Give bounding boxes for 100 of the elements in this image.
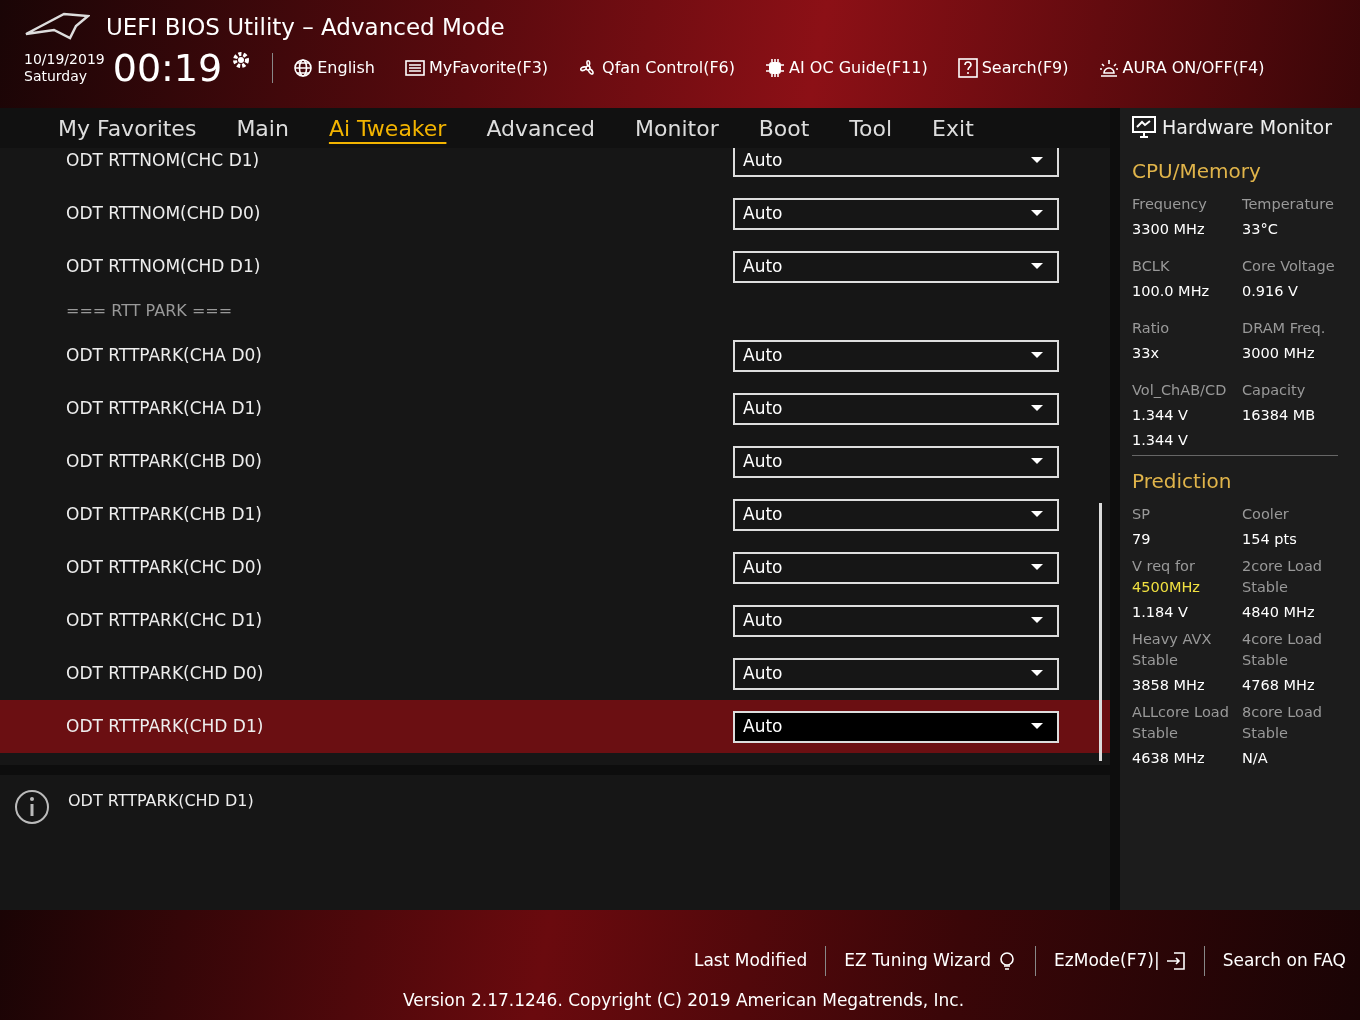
caret-icon xyxy=(1031,458,1043,465)
toolbar-button[interactable]: MyFavorite(F3) xyxy=(405,55,549,80)
setting-label: ODT RTTPARK(CHD D1) xyxy=(66,714,265,738)
stat-value: 3300 MHz xyxy=(1132,220,1206,239)
toolbar-button[interactable]: AI OC Guide(F11) xyxy=(765,55,928,80)
stat-value: 16384 MB xyxy=(1242,406,1317,425)
globe-icon xyxy=(293,57,314,78)
stat-label: 4500MHz xyxy=(1132,578,1201,597)
stat-label: Core Voltage xyxy=(1242,257,1336,276)
help-icon xyxy=(957,57,978,78)
setting-row[interactable]: ODT RTTNOM(CHD D0) Auto xyxy=(0,187,1110,240)
stat-value: 3000 MHz xyxy=(1242,344,1316,363)
footer-link[interactable]: Last Modified xyxy=(693,948,808,974)
setting-label: ODT RTTNOM(CHC D1) xyxy=(66,148,261,172)
dropdown-field[interactable]: Auto xyxy=(733,445,1059,478)
footer-link[interactable]: EZ Tuning Wizard xyxy=(844,948,1018,974)
menu-tab[interactable]: Exit xyxy=(932,111,974,145)
setting-row[interactable]: ODT RTTPARK(CHB D0) Auto xyxy=(0,435,1110,488)
dropdown-field[interactable]: Auto xyxy=(733,604,1059,637)
stat-label: Cooler xyxy=(1242,505,1290,524)
dropdown-field[interactable]: Auto xyxy=(733,392,1059,425)
caret-icon xyxy=(1031,511,1043,518)
setting-row[interactable]: ODT RTTNOM(CHD D1) Auto xyxy=(0,240,1110,293)
menu-tab[interactable]: Ai Tweaker xyxy=(328,111,447,145)
setting-label: ODT RTTNOM(CHD D0) xyxy=(66,201,262,225)
dropdown-field[interactable]: Auto xyxy=(733,551,1059,584)
caret-icon xyxy=(1031,670,1043,677)
stat-label: ALLcore Load Stable xyxy=(1132,703,1230,743)
setting-row[interactable]: ODT RTTPARK(CHA D1) Auto xyxy=(0,382,1110,435)
dropdown-field[interactable]: Auto xyxy=(733,657,1059,690)
stat-value: 33°C xyxy=(1242,220,1279,239)
stat-value: 3858 MHz xyxy=(1132,676,1206,695)
setting-row[interactable]: ODT RTTPARK(CHD D1) Auto xyxy=(0,700,1110,753)
stat-label: SP xyxy=(1132,505,1151,524)
stat-label: 4core Load Stable xyxy=(1242,630,1324,670)
dropdown-field[interactable]: Auto xyxy=(733,148,1059,177)
help-text: ODT RTTPARK(CHD D1) xyxy=(68,790,254,812)
menu-tab[interactable]: Main xyxy=(236,111,289,145)
setting-row[interactable]: ODT RTTNOM(CHC D1) Auto xyxy=(0,148,1110,187)
stat-value: 4638 MHz xyxy=(1132,749,1206,768)
setting-label: ODT RTTPARK(CHA D0) xyxy=(66,343,263,367)
section-title: CPU/Memory xyxy=(1132,158,1262,185)
menu-tab[interactable]: Advanced xyxy=(486,111,596,145)
stat-value: 154 pts xyxy=(1242,530,1298,549)
setting-row[interactable]: ODT RTTPARK(CHB D1) Auto xyxy=(0,488,1110,541)
caret-icon xyxy=(1031,405,1043,412)
date-text: 10/19/2019 xyxy=(24,50,105,68)
setting-label: ODT RTTPARK(CHC D0) xyxy=(66,555,264,579)
setting-row[interactable]: ODT RTTPARK(CHC D0) Auto xyxy=(0,541,1110,594)
stat-label: Ratio xyxy=(1132,319,1171,338)
monitor-icon xyxy=(1132,116,1156,138)
stat-value: 1.184 V xyxy=(1132,603,1190,622)
toolbar-button[interactable]: Qfan Control(F6) xyxy=(578,55,736,80)
exit-icon xyxy=(1165,951,1186,971)
stat-value: 1.344 V xyxy=(1132,406,1190,425)
setting-row[interactable]: ODT RTTPARK(CHA D0) Auto xyxy=(0,329,1110,382)
toolbar-button[interactable]: Search(F9) xyxy=(957,55,1069,80)
menu-tab[interactable]: Monitor xyxy=(635,111,719,145)
caret-icon xyxy=(1031,617,1043,624)
setting-label: ODT RTTPARK(CHC D1) xyxy=(66,608,264,632)
setting-label: ODT RTTPARK(CHA D1) xyxy=(66,396,263,420)
setting-row[interactable]: ODT RTTPARK(CHD D0) Auto xyxy=(0,647,1110,700)
toolbar-button[interactable]: AURA ON/OFF(F4) xyxy=(1098,55,1265,80)
toolbar-button[interactable]: English xyxy=(293,55,375,80)
caret-icon xyxy=(1031,352,1043,359)
dropdown-field[interactable]: Auto xyxy=(733,498,1059,531)
dropdown-field[interactable]: Auto xyxy=(733,339,1059,372)
stat-value: 33x xyxy=(1132,344,1161,363)
dropdown-field[interactable]: Auto xyxy=(733,197,1059,230)
footer-link[interactable]: EzMode(F7)| xyxy=(1054,948,1186,974)
stat-label: V req for xyxy=(1132,557,1196,576)
setting-label: ODT RTTPARK(CHB D0) xyxy=(66,449,263,473)
section-heading: === RTT PARK === xyxy=(66,300,233,322)
version-text: Version 2.17.1246. Copyright (C) 2019 American Megatrends, Inc. xyxy=(403,989,965,1012)
caret-icon xyxy=(1031,263,1043,270)
stat-label: Vol_ChAB/CD xyxy=(1132,381,1228,400)
scrollbar[interactable] xyxy=(1099,503,1102,761)
dropdown-field[interactable]: Auto xyxy=(733,250,1059,283)
stat-value: 100.0 MHz xyxy=(1132,282,1211,301)
day-text: Saturday xyxy=(24,67,89,85)
list-icon xyxy=(405,57,425,78)
stat-label: Temperature xyxy=(1242,195,1335,214)
stat-label: 2core Load Stable xyxy=(1242,557,1324,597)
footer-link[interactable]: Search on FAQ xyxy=(1222,948,1346,974)
menu-tab[interactable]: My Favorites xyxy=(58,111,197,145)
window-title: UEFI BIOS Utility – Advanced Mode xyxy=(106,13,505,42)
setting-row[interactable]: ODT RTTPARK(CHC D1) Auto xyxy=(0,594,1110,647)
setting-label: ODT RTTNOM(CHD D1) xyxy=(66,254,262,278)
caret-icon xyxy=(1031,564,1043,571)
stat-value: 4768 MHz xyxy=(1242,676,1316,695)
menu-tab[interactable]: Boot xyxy=(758,111,810,145)
stat-label: Heavy AVX Stable xyxy=(1132,630,1213,670)
stat-label: 8core Load Stable xyxy=(1242,703,1324,743)
stat-label: DRAM Freq. xyxy=(1242,319,1327,338)
stat-value: 0.916 V xyxy=(1242,282,1300,301)
dropdown-field[interactable]: Auto xyxy=(733,710,1059,743)
chip-icon xyxy=(765,57,786,78)
panel-title: Hardware Monitor xyxy=(1162,114,1332,140)
menu-tab[interactable]: Tool xyxy=(849,111,893,145)
stat-value: 1.344 V xyxy=(1132,431,1190,450)
